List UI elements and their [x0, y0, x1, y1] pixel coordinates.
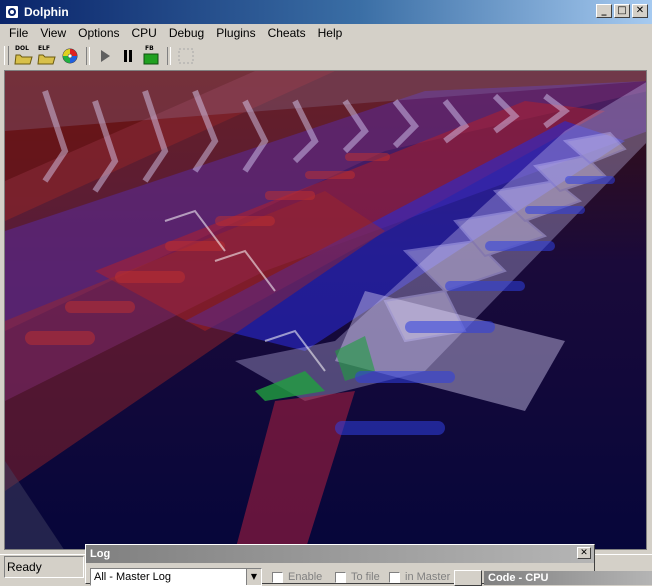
log-title-bar[interactable]: Log ✕ [86, 545, 594, 563]
in-master-label: in Master [405, 571, 451, 583]
menu-bar: File View Options CPU Debug Plugins Chea… [0, 24, 652, 43]
code-window-title-bar[interactable]: Code - CPU [484, 571, 652, 585]
open-dol-button[interactable]: DOL [13, 45, 35, 67]
log-title: Log [90, 548, 111, 560]
checkbox-box[interactable] [272, 571, 283, 583]
menu-help[interactable]: Help [312, 24, 349, 43]
menu-file[interactable]: File [3, 24, 34, 43]
rendered-3d-scene [5, 71, 646, 549]
frame-buffer-button[interactable]: FB [140, 45, 162, 67]
minimize-button[interactable]: _ [596, 4, 612, 18]
menu-options[interactable]: Options [72, 24, 125, 43]
fullscreen-button[interactable] [175, 45, 197, 67]
to-file-checkbox[interactable]: To file [335, 571, 380, 583]
fullscreen-icon [178, 48, 194, 63]
log-source-select[interactable]: All - Master Log ▼ [90, 568, 262, 586]
log-source-value: All - Master Log [94, 571, 172, 583]
menu-cheats[interactable]: Cheats [262, 24, 312, 43]
title-bar[interactable]: Dolphin _ □ ✕ [0, 0, 652, 24]
play-button[interactable] [94, 45, 116, 67]
checkbox-box[interactable] [335, 571, 346, 583]
disc-icon [62, 48, 78, 63]
toolbar-grip[interactable] [4, 46, 9, 65]
pause-icon [124, 49, 132, 62]
in-master-checkbox[interactable]: in Master [389, 571, 450, 583]
chevron-down-icon[interactable]: ▼ [246, 569, 261, 585]
close-button[interactable]: ✕ [632, 4, 648, 18]
main-window: Dolphin _ □ ✕ File View Options CPU Debu… [0, 0, 652, 586]
elf-tag: ELF [38, 44, 51, 52]
toolbar: DOL ELF FB [0, 43, 652, 68]
dol-tag: DOL [15, 44, 29, 52]
enable-checkbox[interactable]: Enable [272, 571, 322, 583]
maximize-button[interactable]: □ [614, 4, 630, 18]
toolbar-separator [86, 46, 90, 65]
menu-view[interactable]: View [34, 24, 72, 43]
game-render-area[interactable] [4, 70, 647, 550]
window-title: Dolphin [24, 5, 69, 19]
open-elf-button[interactable]: ELF [36, 45, 58, 67]
menu-cpu[interactable]: CPU [126, 24, 163, 43]
pause-button[interactable] [117, 45, 139, 67]
log-close-button[interactable]: ✕ [577, 547, 591, 559]
toolbar-separator [167, 46, 171, 65]
to-file-label: To file [351, 571, 380, 583]
log-clear-button[interactable] [454, 570, 482, 586]
window-controls: _ □ ✕ [596, 4, 648, 18]
open-disc-button[interactable] [59, 45, 81, 67]
play-icon [101, 49, 110, 62]
fb-tag: FB [145, 44, 154, 52]
status-text: Ready [4, 555, 84, 578]
dolphin-app-icon [5, 5, 19, 19]
checkbox-box[interactable] [389, 571, 400, 583]
enable-label: Enable [288, 571, 323, 583]
menu-plugins[interactable]: Plugins [210, 24, 261, 43]
menu-debug[interactable]: Debug [163, 24, 210, 43]
